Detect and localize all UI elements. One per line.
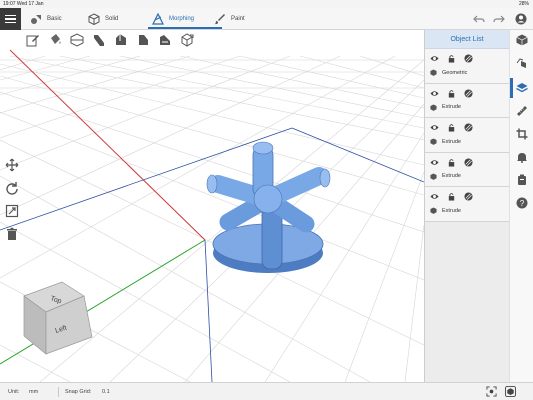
object-name: Extrude <box>442 138 461 145</box>
shape-icon <box>430 138 437 145</box>
unit-label: Unit: <box>8 389 20 395</box>
bell-icon[interactable] <box>516 151 528 163</box>
active-tab-indicator <box>148 27 222 29</box>
unit-value[interactable]: mm <box>29 389 38 395</box>
top-toolbar: Basic Solid Morphing Paint <box>0 8 533 30</box>
tab-morphing-label: Morphing <box>169 16 195 22</box>
focus-icon[interactable] <box>486 386 497 397</box>
object-name: Extrude <box>442 173 461 179</box>
redo-icon[interactable] <box>493 13 505 25</box>
shape-icon <box>430 172 437 180</box>
cube-icon <box>88 13 100 25</box>
view-mode-icon[interactable] <box>505 386 516 397</box>
rail-active-indicator <box>510 78 513 98</box>
lock-icon[interactable] <box>447 54 456 63</box>
eye-icon[interactable] <box>430 54 439 63</box>
layers-icon[interactable] <box>516 82 528 94</box>
snap-grid-value[interactable]: 0.1 <box>102 389 110 395</box>
tab-paint-label: Paint <box>231 16 245 22</box>
trash-icon[interactable] <box>5 227 19 241</box>
lock-icon[interactable] <box>447 158 456 167</box>
profile-icon[interactable] <box>515 13 527 25</box>
object-name: Geometric <box>442 69 468 76</box>
grid-canvas: Top Left <box>0 49 424 382</box>
crop-icon[interactable] <box>516 128 528 140</box>
tab-solid-label: Solid <box>105 16 119 22</box>
eye-icon[interactable] <box>430 89 439 98</box>
divider <box>58 387 59 397</box>
undo-icon[interactable] <box>473 13 485 25</box>
cube-icon[interactable] <box>516 34 528 46</box>
lattice-icon[interactable] <box>180 33 194 47</box>
edit-icon[interactable] <box>26 33 40 47</box>
brush-icon <box>215 14 225 25</box>
hatch-icon[interactable] <box>464 192 473 201</box>
shape-icon <box>430 103 437 111</box>
object-list-item[interactable]: Extrude <box>425 187 509 222</box>
ruler-icon[interactable] <box>516 105 528 117</box>
tab-basic-label: Basic <box>47 16 62 22</box>
x-axis-line <box>9 49 206 241</box>
morphing-icon <box>152 13 164 25</box>
grid-boundary-line <box>204 239 213 382</box>
object-list-item[interactable]: Geometric <box>425 49 509 84</box>
object-name: Extrude <box>442 207 461 214</box>
object-list-panel: Object List Geometric Extrude Extrude Ex… <box>424 30 509 382</box>
transform-toolbar <box>5 158 25 241</box>
svg-text:?: ? <box>520 199 525 208</box>
hatch-icon[interactable] <box>464 54 473 63</box>
hatch-icon[interactable] <box>464 123 473 132</box>
layers-fold-icon[interactable] <box>70 33 84 47</box>
hatch-icon[interactable] <box>464 88 473 98</box>
eye-icon[interactable] <box>430 158 439 167</box>
lock-icon[interactable] <box>447 192 456 201</box>
snap-grid-label: Snap Grid: <box>65 389 92 395</box>
hatch-icon[interactable] <box>464 157 473 167</box>
status-bar: 19:07 Wed 17 Jan 28% <box>0 0 533 8</box>
right-rail: ? <box>509 30 533 382</box>
basic-shapes-icon <box>31 15 41 24</box>
object-list-item[interactable]: Extrude <box>425 152 509 187</box>
3d-viewport[interactable]: Top Left <box>0 30 424 382</box>
tab-solid[interactable]: Solid <box>88 8 118 30</box>
object-list-item[interactable]: Extrude <box>425 83 509 118</box>
eye-icon[interactable] <box>430 192 439 201</box>
hamburger-menu-button[interactable] <box>0 8 21 30</box>
stretch-icon[interactable] <box>158 33 172 47</box>
status-battery: 28% <box>518 1 529 7</box>
scale-icon[interactable] <box>5 204 19 218</box>
shape-icon <box>430 207 437 214</box>
lock-icon[interactable] <box>447 89 456 98</box>
twist-icon[interactable] <box>92 33 106 47</box>
object-list-item[interactable]: Extrude <box>425 118 509 153</box>
object-list-title: Object List <box>425 30 509 49</box>
move-icon[interactable] <box>5 158 19 172</box>
tab-basic[interactable]: Basic <box>30 8 62 30</box>
object-edit-icon[interactable] <box>516 57 528 69</box>
morphing-tools-toolbar <box>21 30 201 50</box>
shape-icon <box>430 69 437 76</box>
rotate-icon[interactable] <box>5 181 19 195</box>
view-cube[interactable]: Top Left <box>23 281 93 355</box>
fill-bucket-icon[interactable] <box>48 33 62 47</box>
help-icon[interactable]: ? <box>516 197 528 209</box>
3d-model[interactable] <box>206 141 331 273</box>
lock-icon[interactable] <box>447 123 456 132</box>
status-time-date: 19:07 Wed 17 Jan <box>3 1 44 7</box>
library-icon[interactable] <box>516 174 528 186</box>
eye-icon[interactable] <box>430 123 439 132</box>
bottom-status-bar: Unit: mm Snap Grid: 0.1 <box>0 382 533 400</box>
object-name: Extrude <box>442 104 461 110</box>
bend-icon[interactable] <box>114 33 128 47</box>
taper-icon[interactable] <box>136 33 150 47</box>
